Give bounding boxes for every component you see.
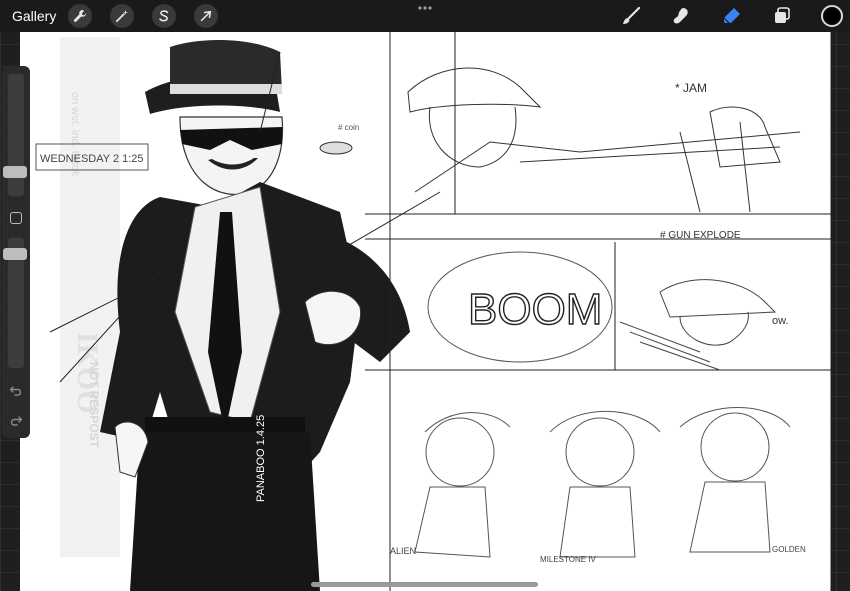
wrench-icon [73, 9, 87, 22]
eraser-icon[interactable] [721, 5, 743, 27]
watermark-bottom-text: NOT RESPOST [87, 362, 101, 449]
home-indicator[interactable] [311, 582, 538, 587]
brush-size-thumb[interactable] [3, 166, 27, 178]
selection-s-icon [159, 10, 169, 22]
opacity-thumb[interactable] [3, 248, 27, 260]
magic-wand-icon [115, 9, 129, 23]
label-milestone: MILESTONE IV [540, 555, 597, 564]
jam-note: * JAM [675, 81, 707, 95]
watermark: IKOO on wst. ind. tiktok NOT RESPOST [60, 37, 120, 557]
label-golden: GOLDEN [772, 545, 806, 554]
coin-note: # coin [338, 123, 359, 132]
opacity-slider[interactable] [3, 238, 27, 368]
layers-icon[interactable] [771, 5, 793, 27]
brush-icon[interactable] [620, 5, 642, 27]
brush-sidebar [2, 66, 30, 438]
boom-bubble: BOOM [427, 251, 613, 363]
chibi-sketches [414, 407, 791, 558]
undo-icon[interactable] [9, 384, 23, 398]
ow-note: ow. [772, 315, 789, 327]
date-tag: WEDNESDAY 2 1:25 [40, 153, 144, 165]
brush-size-slider[interactable] [3, 74, 27, 196]
transform-button[interactable] [194, 4, 218, 28]
adjustments-button[interactable] [110, 4, 134, 28]
actions-button[interactable] [68, 4, 92, 28]
boom-text: BOOM [468, 285, 602, 334]
square-outline-icon[interactable] [10, 212, 22, 224]
more-dots-icon[interactable] [417, 4, 433, 12]
label-alien: ALIEN [390, 546, 416, 556]
arrow-cursor-icon [200, 10, 212, 22]
drawing-canvas[interactable]: IKOO on wst. ind. tiktok NOT RESPOST WED… [20, 32, 831, 591]
redo-icon[interactable] [9, 414, 23, 428]
canvas-artwork: IKOO on wst. ind. tiktok NOT RESPOST WED… [35, 32, 831, 591]
signature-text: PANABOO 1.4.25 [255, 415, 267, 502]
explode-note: # GUN EXPLODE [660, 230, 741, 241]
gallery-button[interactable]: Gallery [12, 8, 56, 24]
panel-1-sketch [407, 67, 801, 213]
selection-button[interactable] [152, 4, 176, 28]
panel-2-sketch [619, 279, 777, 371]
top-toolbar: Gallery [0, 0, 850, 32]
color-picker-button[interactable] [821, 5, 843, 27]
smudge-icon[interactable] [670, 5, 692, 27]
